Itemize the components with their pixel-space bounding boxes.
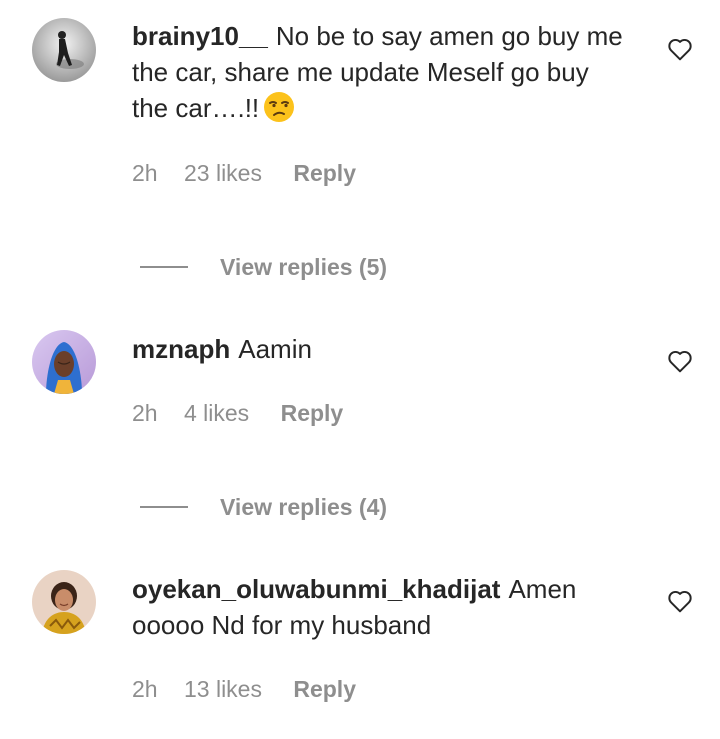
heart-outline-icon[interactable] [667, 37, 693, 61]
comment-meta: 2h 23 likes Reply [132, 160, 376, 187]
comment-username[interactable]: brainy10__ [132, 21, 268, 51]
comment-time: 2h [132, 400, 158, 426]
divider-line [140, 506, 188, 508]
comment-username[interactable]: oyekan_oluwabunmi_khadijat [132, 574, 500, 604]
reply-button[interactable]: Reply [281, 400, 344, 426]
unamused-face-icon [263, 91, 295, 132]
comment-meta: 2h 13 likes Reply [132, 676, 376, 703]
avatar[interactable] [32, 330, 96, 394]
heart-outline-icon[interactable] [667, 589, 693, 613]
avatar[interactable] [32, 570, 96, 634]
comment-time: 2h [132, 160, 158, 186]
comment-time: 2h [132, 676, 158, 702]
reply-button[interactable]: Reply [293, 676, 356, 702]
comment-body: brainy10__ No be to say amen go buy me th… [132, 18, 632, 132]
comment-text: Aamin [238, 334, 312, 364]
comment-body: oyekan_oluwabunmi_khadijat Amen ooooo Nd … [132, 571, 632, 643]
divider-line [140, 266, 188, 268]
comment-likes[interactable]: 13 likes [184, 676, 262, 702]
comment-meta: 2h 4 likes Reply [132, 400, 363, 427]
comment-body: mznaph Aamin [132, 331, 632, 367]
reply-button[interactable]: Reply [293, 160, 356, 186]
comment-likes[interactable]: 23 likes [184, 160, 262, 186]
view-replies-label: View replies (4) [220, 494, 388, 520]
avatar[interactable] [32, 18, 96, 82]
view-replies-button[interactable]: View replies (5) [140, 254, 387, 281]
heart-outline-icon[interactable] [667, 349, 693, 373]
view-replies-button[interactable]: View replies (4) [140, 494, 387, 521]
comment-username[interactable]: mznaph [132, 334, 230, 364]
view-replies-label: View replies (5) [220, 254, 388, 280]
comment-likes[interactable]: 4 likes [184, 400, 249, 426]
